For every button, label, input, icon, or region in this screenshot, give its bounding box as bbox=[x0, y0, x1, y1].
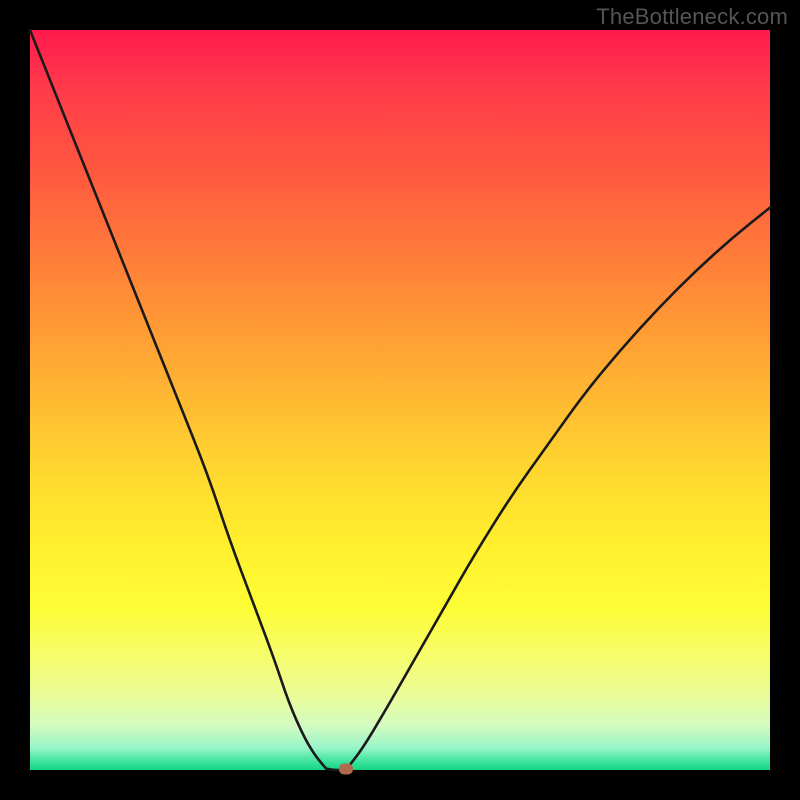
bottleneck-curve bbox=[30, 30, 770, 770]
curve-path bbox=[30, 30, 770, 770]
chart-frame: TheBottleneck.com bbox=[0, 0, 800, 800]
plot-area bbox=[30, 30, 770, 770]
valley-marker bbox=[339, 763, 353, 774]
watermark-text: TheBottleneck.com bbox=[596, 4, 788, 30]
